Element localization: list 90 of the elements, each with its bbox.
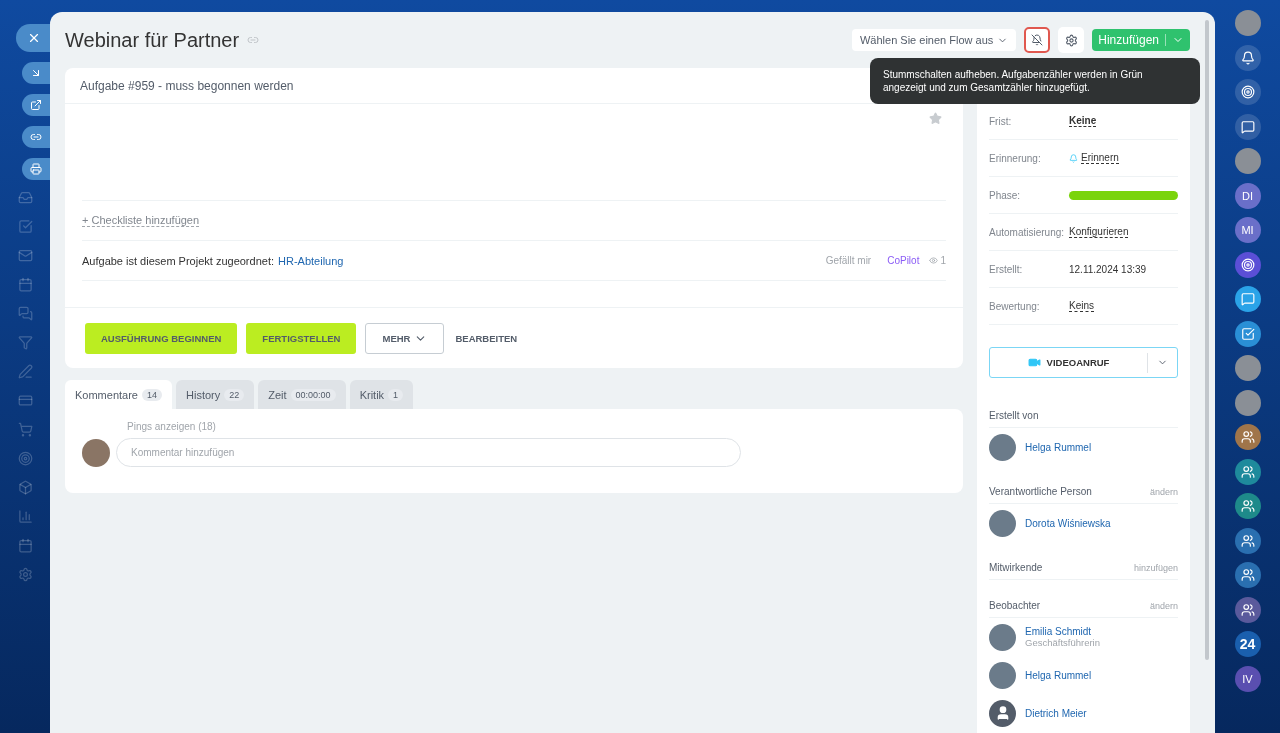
detail-label: Erinnerung: [989,152,1042,164]
sidebar-icon[interactable] [17,567,33,582]
initials-avatar[interactable]: MI [1234,217,1261,243]
action-button[interactable]: FERTIGSTELLEN [246,323,357,354]
sidebar-icon[interactable] [17,538,33,553]
avatar[interactable] [1234,10,1261,36]
avatar[interactable] [1234,355,1261,381]
tab[interactable]: Kommentare 14 [65,380,172,409]
sidebar-icon[interactable] [17,248,33,263]
unmute-button[interactable] [1024,27,1051,53]
avatar[interactable] [1234,148,1261,174]
person-link[interactable]: Emilia Schmidt [1025,626,1100,637]
bell-icon [1240,50,1255,65]
comment-field[interactable]: Kommentar hinzufügen [116,438,741,467]
person-link[interactable]: Dorota Wiśniewska [1025,517,1111,529]
sidebar-icon[interactable] [17,277,33,292]
group-icon [1240,499,1255,513]
group-icon [1240,533,1255,548]
detail-label: Phase: [989,189,1022,201]
project-label: Aufgabe ist diesem Projekt zugeordnet: [82,254,274,267]
open-new-window-button[interactable] [22,94,50,116]
action-button[interactable]: AUSFÜHRUNG BEGINNEN [85,323,238,354]
person-link[interactable]: Helga Rummel [1025,441,1092,453]
bell-off-icon [1031,34,1044,46]
view-count: 1 [929,255,946,266]
close-button[interactable] [16,24,52,52]
sidebar-icon[interactable] [17,422,33,437]
detail-value[interactable]: Konfigurieren [1069,226,1129,238]
add-checklist-link[interactable]: + Checkliste hinzufügen [82,214,200,227]
detail-label: Erstellt: [989,263,1024,275]
person-link[interactable]: Helga Rummel [1025,669,1092,681]
tooltip: Stummschalten aufheben. Aufgabenzähler werden in Grün angezeigt und zum Gesamtzähler hinzugefügt. [870,58,1200,104]
detail-value: 12.11.2024 13:39 [1069,263,1147,275]
detail-value[interactable]: Keine [1069,115,1097,127]
tab[interactable]: History 22 [176,380,255,409]
sidebar-icon[interactable] [17,306,33,321]
sidebar-icon[interactable] [17,480,33,495]
link-icon [30,131,42,143]
section-title: Verantwortliche Person [989,486,1092,497]
group-icon [1240,602,1255,617]
checkbox-icon [1240,326,1255,341]
group-icon [1240,430,1255,444]
counter-badge[interactable]: 24 [1234,631,1261,657]
group-icon [1240,464,1255,479]
action-button[interactable]: BEARBEITEN [453,323,520,354]
group-icon [1240,568,1255,582]
sidebar-icon[interactable] [17,393,33,408]
tab[interactable]: Kritik 1 [349,380,414,409]
gear-icon [1064,33,1078,47]
video-call-button[interactable]: VIDEOANRUF [989,347,1178,378]
close-icon [27,31,41,45]
chat-icon [1240,292,1255,306]
copilot-link[interactable]: CoPilot [887,255,920,266]
detail-label: Automatisierung: [989,226,1066,238]
detail-label: Frist: [989,115,1013,127]
download-button[interactable] [22,62,50,84]
person-link[interactable]: Dietrich Meier [1025,707,1087,719]
phase-bar[interactable] [1069,190,1178,200]
sidebar-icon[interactable] [17,190,33,205]
avatar[interactable] [1234,389,1261,416]
camera-icon [1027,356,1041,369]
detail-value[interactable]: Keins [1069,300,1094,312]
section-title: Beobachter [989,600,1041,611]
chat-icon [1240,119,1255,134]
project-link[interactable]: HR-Abteilung [278,254,344,267]
avatar [82,438,110,467]
target-icon [1240,257,1255,272]
sidebar-icon[interactable] [17,451,33,466]
arrow-icon [30,67,42,79]
print-button[interactable] [22,158,50,180]
person-role: Geschäftsführerin [1025,637,1100,648]
printer-icon [30,163,42,175]
detail-label: Bewertung: [989,300,1041,312]
section-title: Erstellt von [989,410,1039,421]
more-dropdown[interactable]: MEHR [365,323,445,354]
flow-select[interactable]: Wählen Sie einen Flow aus [852,29,1017,51]
initials-avatar[interactable]: DI [1234,182,1261,209]
section-title: Mitwirkende [989,562,1043,573]
task-title: Webinar für Partner [65,28,240,52]
star-icon[interactable] [929,112,942,125]
initials-avatar[interactable]: IV [1234,665,1261,692]
sidebar-icon[interactable] [17,335,33,350]
sidebar-icon[interactable] [17,364,33,379]
copy-link-button[interactable] [22,126,50,148]
bell-icon [1069,153,1078,163]
detail-value[interactable]: Erinnern [1081,152,1119,164]
target-icon [1240,85,1255,99]
settings-button[interactable] [1058,27,1085,53]
tab[interactable]: Zeit 00:00:00 [258,380,346,409]
external-link-icon [30,99,42,111]
